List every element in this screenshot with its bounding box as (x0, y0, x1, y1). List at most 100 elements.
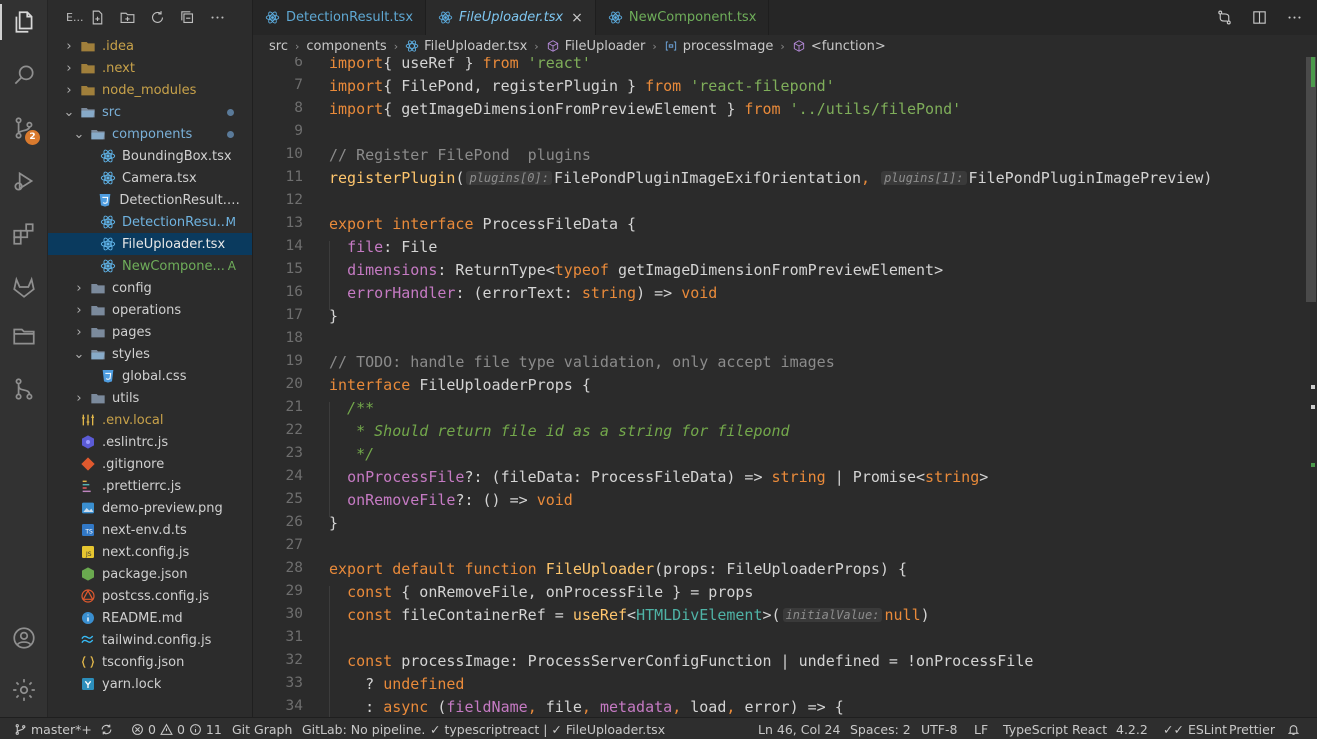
gitlab-icon[interactable] (0, 265, 48, 309)
file-item[interactable]: Camera.tsx (48, 167, 252, 189)
code-line[interactable]: const { onRemoveFile, onProcessFile } = … (329, 583, 753, 601)
code-line[interactable]: export interface ProcessFileData { (329, 215, 636, 233)
code-line[interactable]: */ (329, 445, 374, 463)
code-line[interactable]: ? undefined (329, 675, 464, 693)
breadcrumb-file[interactable]: FileUploader.tsx (424, 39, 527, 54)
collapse-all-icon[interactable] (179, 9, 196, 26)
code-line[interactable]: errorHandler: (errorText: string) => voi… (329, 284, 717, 302)
settings-gear-icon[interactable] (0, 668, 48, 712)
branch-status[interactable]: master*+ (14, 718, 92, 739)
folder-item[interactable]: ⌄ components (48, 123, 252, 145)
code-line[interactable]: } (329, 514, 338, 532)
code-line[interactable]: // Register FilePond plugins (329, 146, 591, 164)
prettier-status[interactable]: Prettier (1229, 718, 1275, 739)
git-graph-icon[interactable] (0, 367, 48, 411)
file-item[interactable]: tsconfig.json (48, 651, 252, 673)
folder-item[interactable]: ⌄ styles (48, 343, 252, 365)
editor-scrollbar[interactable] (1303, 57, 1317, 717)
file-item[interactable]: global.css (48, 365, 252, 387)
tab-new-component[interactable]: NewComponent.tsx (596, 0, 770, 35)
explorer-icon[interactable] (0, 0, 48, 44)
extensions-icon[interactable] (0, 212, 48, 256)
tab-file-uploader[interactable]: FileUploader.tsx × (426, 0, 596, 35)
search-icon[interactable] (0, 53, 48, 97)
new-folder-icon[interactable] (119, 9, 136, 26)
file-item[interactable]: tailwind.config.js (48, 629, 252, 651)
file-item[interactable]: README.md (48, 607, 252, 629)
scrollbar-thumb[interactable] (1306, 57, 1316, 302)
file-item[interactable]: BoundingBox.tsx (48, 145, 252, 167)
code-line[interactable]: export default function FileUploader(pro… (329, 560, 907, 578)
folder-item[interactable]: › .idea (48, 35, 252, 57)
code-line[interactable]: dimensions: ReturnType<typeof getImageDi… (329, 261, 943, 279)
chevron-right-icon[interactable]: › (72, 303, 86, 318)
code-line[interactable]: interface FileUploaderProps { (329, 376, 591, 394)
eslint-status[interactable]: ✓✓ ESLint (1163, 718, 1227, 739)
folder-item[interactable]: › config (48, 277, 252, 299)
run-debug-icon[interactable] (0, 159, 48, 203)
chevron-right-icon[interactable]: › (72, 391, 86, 406)
code-editor[interactable]: 6 import{ useRef } from 'react' 7 import{ F… (253, 57, 1317, 717)
project-manager-icon[interactable] (0, 314, 48, 358)
file-item[interactable]: package.json (48, 563, 252, 585)
file-item[interactable]: postcss.config.js (48, 585, 252, 607)
file-item[interactable]: FileUploader.tsx (48, 233, 252, 255)
gitlab-status[interactable]: GitLab: No pipeline. (302, 718, 425, 739)
chevron-right-icon[interactable]: › (62, 39, 76, 54)
file-item[interactable]: TS next-env.d.ts (48, 519, 252, 541)
breadcrumb-component[interactable]: FileUploader (565, 39, 646, 54)
code-line[interactable]: import{ useRef } from 'react' (329, 57, 591, 72)
sync-icon[interactable] (100, 718, 113, 739)
chevron-down-icon[interactable]: ⌄ (72, 127, 86, 142)
source-control-icon[interactable]: 2 (0, 106, 48, 150)
code-line[interactable]: import{ getImageDimensionFromPreviewElem… (329, 100, 961, 118)
notifications-bell-icon[interactable] (1287, 718, 1300, 739)
folder-item[interactable]: ⌄ src (48, 101, 252, 123)
encoding-status[interactable]: UTF-8 (921, 718, 957, 739)
code-line[interactable]: /** (329, 399, 374, 417)
file-item[interactable]: DetectionResult.mo... (48, 189, 252, 211)
folder-item[interactable]: › operations (48, 299, 252, 321)
open-changes-icon[interactable] (1216, 9, 1233, 26)
cursor-position[interactable]: Ln 46, Col 24 (758, 718, 840, 739)
code-line[interactable]: const fileContainerRef = useRef<HTMLDivE… (329, 606, 930, 624)
file-item[interactable]: JS next.config.js (48, 541, 252, 563)
breadcrumb-src[interactable]: src (269, 39, 288, 54)
chevron-right-icon[interactable]: › (62, 61, 76, 76)
code-line[interactable]: : async (fieldName, file, metadata, load… (329, 698, 844, 716)
breadcrumb-components[interactable]: components (306, 39, 386, 54)
code-line[interactable]: onRemoveFile?: () => void (329, 491, 573, 509)
code-line[interactable]: } (329, 307, 338, 325)
folder-item[interactable]: › node_modules (48, 79, 252, 101)
breadcrumb-variable[interactable]: processImage (683, 39, 774, 54)
problems-status[interactable]: 0 0 11 (131, 718, 222, 739)
file-item[interactable]: .env.local (48, 409, 252, 431)
file-item[interactable]: yarn.lock (48, 673, 252, 695)
tab-detection-result[interactable]: DetectionResult.tsx (253, 0, 427, 35)
folder-item[interactable]: › utils (48, 387, 252, 409)
eol-status[interactable]: LF (974, 718, 988, 739)
file-item[interactable]: NewCompone... A (48, 255, 252, 277)
code-line[interactable]: registerPlugin(plugins[0]: FilePondPlugin… (329, 169, 1212, 187)
close-tab-icon[interactable]: × (571, 10, 583, 26)
folder-item[interactable]: › pages (48, 321, 252, 343)
file-item[interactable]: DetectionResu... M (48, 211, 252, 233)
chevron-down-icon[interactable]: ⌄ (62, 105, 76, 120)
new-file-icon[interactable] (89, 9, 106, 26)
indentation-status[interactable]: Spaces: 2 (850, 718, 911, 739)
account-icon[interactable] (0, 616, 48, 660)
git-graph-button[interactable]: Git Graph (232, 718, 292, 739)
more-actions-icon[interactable] (209, 9, 226, 26)
language-mode[interactable]: TypeScript React (1003, 718, 1107, 739)
code-line[interactable]: // TODO: handle file type validation, on… (329, 353, 835, 371)
file-item[interactable]: .gitignore (48, 453, 252, 475)
refresh-icon[interactable] (149, 9, 166, 26)
chevron-down-icon[interactable]: ⌄ (72, 347, 86, 362)
chevron-right-icon[interactable]: › (72, 325, 86, 340)
code-line[interactable]: const processImage: ProcessServerConfigF… (329, 652, 1033, 670)
chevron-right-icon[interactable]: › (62, 83, 76, 98)
file-item[interactable]: demo-preview.png (48, 497, 252, 519)
code-line[interactable]: * Should return file id as a string for … (329, 422, 790, 440)
breadcrumb-function[interactable]: <function> (811, 39, 886, 54)
code-line[interactable]: onProcessFile?: (fileData: ProcessFileDa… (329, 468, 988, 486)
